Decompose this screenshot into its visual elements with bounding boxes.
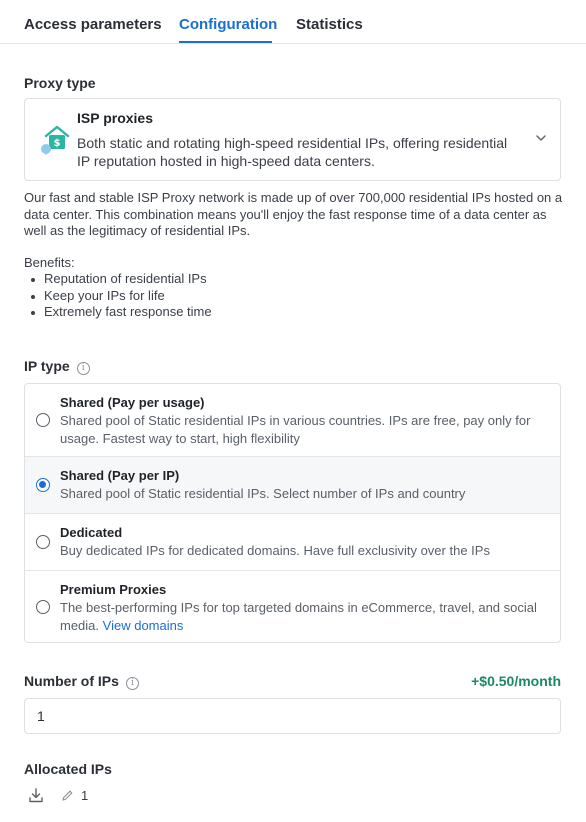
- benefits-list: Reputation of residential IPs Keep your …: [24, 271, 212, 321]
- list-item: Reputation of residential IPs: [24, 271, 212, 288]
- number-of-ips-input[interactable]: [24, 698, 561, 734]
- info-icon[interactable]: i: [125, 677, 139, 690]
- ip-type-label: IP type i: [24, 358, 90, 375]
- proxy-type-title: ISP proxies: [77, 110, 154, 126]
- radio-button[interactable]: [36, 535, 50, 549]
- radio-button[interactable]: [36, 413, 50, 427]
- tab-statistics[interactable]: Statistics: [296, 16, 363, 33]
- option-description: Buy dedicated IPs for dedicated domains.…: [60, 543, 490, 558]
- ip-type-label-text: IP type: [24, 358, 70, 374]
- option-description: Shared pool of Static residential IPs. S…: [60, 486, 466, 501]
- radio-button-selected[interactable]: [36, 478, 50, 492]
- pencil-icon[interactable]: [61, 789, 74, 802]
- option-description: Shared pool of Static residential IPs in…: [60, 413, 531, 446]
- allocated-ips-label: Allocated IPs: [24, 761, 112, 777]
- chevron-down-icon: [536, 135, 546, 141]
- tab-configuration[interactable]: Configuration: [179, 16, 277, 33]
- list-item: Extremely fast response time: [24, 304, 212, 321]
- benefits-title: Benefits:: [24, 255, 75, 270]
- option-title: Premium Proxies: [60, 582, 167, 597]
- tab-access-parameters[interactable]: Access parameters: [24, 16, 162, 33]
- download-icon[interactable]: [28, 787, 44, 804]
- active-tab-indicator: [179, 41, 272, 43]
- tab-bar: Access parameters Configuration Statisti…: [0, 0, 586, 44]
- allocated-ips-count: 1: [81, 788, 89, 803]
- ip-type-option-dedicated[interactable]: Dedicated Buy dedicated IPs for dedicate…: [25, 514, 560, 571]
- option-title: Shared (Pay per IP): [60, 468, 180, 483]
- option-description: The best-performing IPs for top targeted…: [60, 599, 550, 634]
- proxy-type-description: Both static and rotating high-speed resi…: [77, 135, 508, 169]
- view-domains-link[interactable]: View domains: [103, 618, 184, 633]
- price-per-month: +$0.50/month: [471, 673, 561, 689]
- radio-button[interactable]: [36, 600, 50, 614]
- proxy-type-label: Proxy type: [24, 75, 96, 91]
- info-icon[interactable]: i: [76, 362, 90, 375]
- ip-type-option-premium-proxies[interactable]: Premium Proxies The best-performing IPs …: [25, 571, 560, 642]
- option-title: Shared (Pay per usage): [60, 395, 205, 410]
- house-dollar-pin-icon: $: [41, 125, 70, 155]
- ip-type-option-shared-pay-per-ip[interactable]: Shared (Pay per IP) Shared pool of Stati…: [25, 457, 560, 514]
- list-item: Keep your IPs for life: [24, 288, 212, 305]
- number-of-ips-label: Number of IPs i: [24, 673, 139, 690]
- number-of-ips-label-text: Number of IPs: [24, 673, 119, 689]
- svg-text:$: $: [54, 138, 61, 149]
- option-title: Dedicated: [60, 525, 123, 540]
- ip-type-radio-group: Shared (Pay per usage) Shared pool of St…: [24, 383, 561, 643]
- ip-type-option-shared-pay-per-usage[interactable]: Shared (Pay per usage) Shared pool of St…: [25, 384, 560, 457]
- proxy-type-select[interactable]: $ ISP proxies Both static and rotating h…: [24, 98, 561, 181]
- proxy-description-text: Our fast and stable ISP Proxy network is…: [24, 190, 563, 238]
